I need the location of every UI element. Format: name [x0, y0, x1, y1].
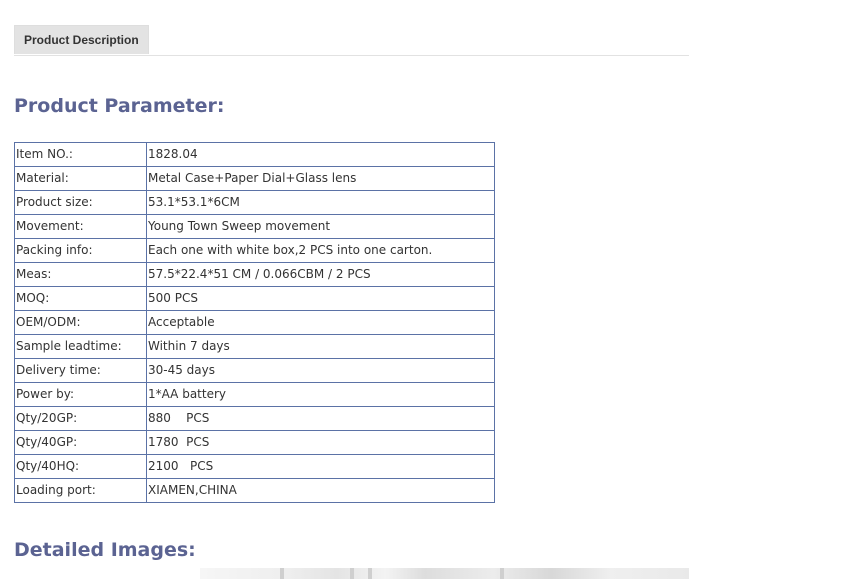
param-value: Acceptable	[146, 310, 495, 335]
detailed-images-heading: Detailed Images:	[14, 539, 196, 561]
table-row: Power by: 1*AA battery	[14, 382, 495, 407]
param-label: Meas:	[14, 262, 147, 287]
param-label: Qty/40GP:	[14, 430, 147, 455]
tab-product-description[interactable]: Product Description	[14, 25, 149, 54]
param-value: 1780 PCS	[146, 430, 495, 455]
param-value: XIAMEN,CHINA	[146, 478, 495, 503]
table-row: Sample leadtime: Within 7 days	[14, 334, 495, 359]
param-value: 1828.04	[146, 142, 495, 167]
product-parameter-table: Item NO.: 1828.04 Material: Metal Case+Pap…	[14, 142, 495, 503]
previous-image-shadow	[230, 0, 530, 2]
param-value: Metal Case+Paper Dial+Glass lens	[146, 166, 495, 191]
table-row: Delivery time: 30-45 days	[14, 358, 495, 383]
param-value: 880 PCS	[146, 406, 495, 431]
table-row: Qty/20GP: 880 PCS	[14, 406, 495, 431]
table-row: MOQ: 500 PCS	[14, 286, 495, 311]
param-label: Loading port:	[14, 478, 147, 503]
product-parameter-heading: Product Parameter:	[14, 95, 225, 117]
param-value: Each one with white box,2 PCS into one c…	[146, 238, 495, 263]
param-label: OEM/ODM:	[14, 310, 147, 335]
param-value: 30-45 days	[146, 358, 495, 383]
table-row: Movement: Young Town Sweep movement	[14, 214, 495, 239]
tab-bar: Product Description	[14, 24, 689, 56]
param-label: Material:	[14, 166, 147, 191]
param-label: Product size:	[14, 190, 147, 215]
param-label: Packing info:	[14, 238, 147, 263]
table-row: Product size: 53.1*53.1*6CM	[14, 190, 495, 215]
param-label: Item NO.:	[14, 142, 147, 167]
table-row: Item NO.: 1828.04	[14, 142, 495, 167]
param-label: Qty/20GP:	[14, 406, 147, 431]
table-row: Meas: 57.5*22.4*51 CM / 0.066CBM / 2 PCS	[14, 262, 495, 287]
param-label: Power by:	[14, 382, 147, 407]
param-label: Sample leadtime:	[14, 334, 147, 359]
param-value: 1*AA battery	[146, 382, 495, 407]
table-row: Packing info: Each one with white box,2 P…	[14, 238, 495, 263]
table-row: Loading port: XIAMEN,CHINA	[14, 478, 495, 503]
table-row: OEM/ODM: Acceptable	[14, 310, 495, 335]
param-label: Movement:	[14, 214, 147, 239]
param-label: MOQ:	[14, 286, 147, 311]
table-row: Qty/40HQ: 2100 PCS	[14, 454, 495, 479]
param-value: Young Town Sweep movement	[146, 214, 495, 239]
detailed-product-image	[200, 568, 689, 579]
param-value: 53.1*53.1*6CM	[146, 190, 495, 215]
table-row: Qty/40GP: 1780 PCS	[14, 430, 495, 455]
param-label: Qty/40HQ:	[14, 454, 147, 479]
param-value: 57.5*22.4*51 CM / 0.066CBM / 2 PCS	[146, 262, 495, 287]
table-row: Material: Metal Case+Paper Dial+Glass len…	[14, 166, 495, 191]
param-label: Delivery time:	[14, 358, 147, 383]
param-value: 2100 PCS	[146, 454, 495, 479]
param-value: 500 PCS	[146, 286, 495, 311]
param-value: Within 7 days	[146, 334, 495, 359]
